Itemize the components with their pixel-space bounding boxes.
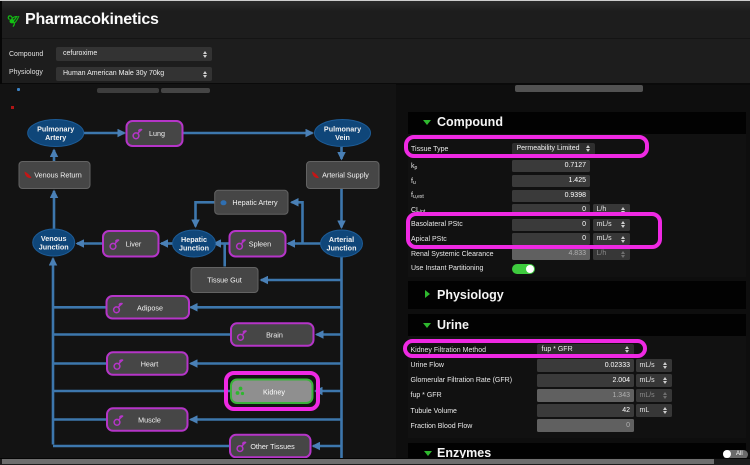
svg-text:Heart: Heart bbox=[141, 360, 159, 369]
svg-text:Other Tissues: Other Tissues bbox=[250, 442, 295, 451]
svg-text:Venous Return: Venous Return bbox=[34, 171, 82, 180]
svg-text:Hepatic Artery: Hepatic Artery bbox=[232, 198, 278, 207]
svg-text:Adipose: Adipose bbox=[137, 303, 163, 312]
svg-text:Artery: Artery bbox=[45, 133, 66, 142]
svg-text:Liver: Liver bbox=[126, 240, 142, 249]
svg-text:Brain: Brain bbox=[266, 331, 283, 340]
svg-text:Lung: Lung bbox=[149, 129, 165, 138]
svg-text:Tissue Gut: Tissue Gut bbox=[207, 276, 241, 285]
svg-text:Vein: Vein bbox=[335, 133, 350, 142]
svg-text:Arterial Supply: Arterial Supply bbox=[322, 171, 369, 180]
svg-text:Junction: Junction bbox=[179, 244, 209, 253]
svg-text:Spleen: Spleen bbox=[249, 240, 271, 249]
svg-text:Junction: Junction bbox=[39, 243, 69, 252]
svg-text:Junction: Junction bbox=[327, 244, 357, 253]
svg-text:Muscle: Muscle bbox=[138, 416, 161, 425]
